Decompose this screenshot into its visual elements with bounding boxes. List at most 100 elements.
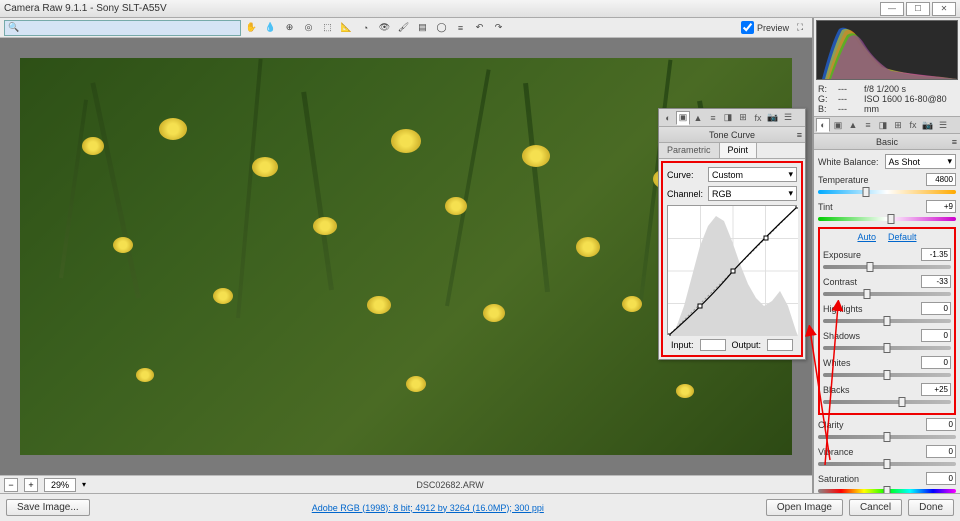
- histogram[interactable]: [816, 20, 958, 80]
- tc-tab-split-icon[interactable]: ◨: [721, 111, 735, 125]
- tab-presets-icon[interactable]: ☰: [936, 118, 950, 132]
- tc-tab-lens-icon[interactable]: ⊞: [736, 111, 750, 125]
- panel-tabs: ◐ ▣ ▲ ≡ ◨ ⊞ fx 📷 ☰: [814, 116, 960, 134]
- wb-select[interactable]: As Shot▾: [885, 154, 957, 169]
- tc-menu-icon[interactable]: ≡: [797, 130, 802, 140]
- whites-slider[interactable]: [823, 373, 951, 377]
- shadows-slider[interactable]: [823, 346, 951, 350]
- tc-tab-presets-icon[interactable]: ☰: [781, 111, 795, 125]
- save-image-button[interactable]: Save Image...: [6, 499, 90, 516]
- channel-select[interactable]: RGB▾: [708, 186, 797, 201]
- target-adjust-icon[interactable]: ◎: [301, 20, 317, 36]
- tone-curve-panel: ◐ ▣ ▲ ≡ ◨ ⊞ fx 📷 ☰ Tone Curve ≡ Parametr…: [658, 108, 806, 360]
- contrast-value[interactable]: -33: [921, 275, 951, 288]
- crop-tool-icon[interactable]: ⬚: [320, 20, 336, 36]
- highlights-label: Highlights: [823, 304, 918, 314]
- tint-slider[interactable]: [818, 217, 956, 221]
- curve-label: Curve:: [667, 170, 705, 180]
- shadows-value[interactable]: 0: [921, 329, 951, 342]
- done-button[interactable]: Done: [908, 499, 954, 516]
- radial-filter-icon[interactable]: ◯: [434, 20, 450, 36]
- fullscreen-icon[interactable]: ⛶: [792, 20, 808, 36]
- clarity-value[interactable]: 0: [926, 418, 956, 431]
- zoom-out-button[interactable]: −: [4, 478, 18, 492]
- hand-tool-icon[interactable]: ✋: [244, 20, 260, 36]
- tab-lens-icon[interactable]: ⊞: [891, 118, 905, 132]
- exposure-value[interactable]: -1.35: [921, 248, 951, 261]
- cancel-button[interactable]: Cancel: [849, 499, 902, 516]
- minimize-button[interactable]: —: [880, 2, 904, 16]
- contrast-slider[interactable]: [823, 292, 951, 296]
- tint-value[interactable]: +9: [926, 200, 956, 213]
- window-title: Camera Raw 9.1.1 - Sony SLT-A55V: [4, 3, 880, 14]
- contrast-label: Contrast: [823, 277, 918, 287]
- wb-label: White Balance:: [818, 157, 882, 167]
- output-label: Output:: [732, 340, 762, 350]
- tc-tab-camera-icon[interactable]: 📷: [766, 111, 780, 125]
- rgb-readout: R:G:B: --------- f/8 1/200 sISO 1600 16-…: [814, 82, 960, 116]
- curve-editor[interactable]: [667, 205, 797, 335]
- color-sampler-icon[interactable]: ⊕: [282, 20, 298, 36]
- titlebar: Camera Raw 9.1.1 - Sony SLT-A55V — ☐ ✕: [0, 0, 960, 18]
- preview-checkbox[interactable]: Preview: [741, 21, 789, 34]
- highlighted-section: Auto Default Exposure-1.35 Contrast-33 H…: [818, 227, 956, 415]
- exposure-slider[interactable]: [823, 265, 951, 269]
- saturation-slider[interactable]: [818, 489, 956, 493]
- curve-select[interactable]: Custom▾: [708, 167, 797, 182]
- vibrance-slider[interactable]: [818, 462, 956, 466]
- zoom-in-button[interactable]: +: [24, 478, 38, 492]
- close-button[interactable]: ✕: [932, 2, 956, 16]
- temp-slider[interactable]: [818, 190, 956, 194]
- status-bar: − + 29% ▾ DSC02682.ARW: [0, 475, 812, 493]
- maximize-button[interactable]: ☐: [906, 2, 930, 16]
- prefs-icon[interactable]: ≡: [453, 20, 469, 36]
- input-value[interactable]: [700, 339, 726, 351]
- tab-curve-icon[interactable]: ▣: [831, 118, 845, 132]
- wb-tool-icon[interactable]: 💧: [263, 20, 279, 36]
- tab-fx-icon[interactable]: fx: [906, 118, 920, 132]
- output-value[interactable]: [767, 339, 793, 351]
- tc-tab-detail-icon[interactable]: ▲: [691, 111, 705, 125]
- tab-basic-icon[interactable]: ◐: [816, 118, 830, 132]
- exposure-label: Exposure: [823, 250, 918, 260]
- brush-icon[interactable]: 🖌: [396, 20, 412, 36]
- highlights-value[interactable]: 0: [921, 302, 951, 315]
- auto-link[interactable]: Auto: [857, 232, 876, 242]
- tc-tab-basic-icon[interactable]: ◐: [661, 111, 675, 125]
- clarity-label: Clarity: [818, 420, 923, 430]
- temp-value[interactable]: 4800: [926, 173, 956, 186]
- tc-tab-hsl-icon[interactable]: ≡: [706, 111, 720, 125]
- default-link[interactable]: Default: [888, 232, 917, 242]
- spot-removal-icon[interactable]: ◔: [358, 20, 374, 36]
- tab-detail-icon[interactable]: ▲: [846, 118, 860, 132]
- toolbar: 🔍 ✋ 💧 ⊕ ◎ ⬚ 📐 ◔ 👁 🖌 ▤ ◯ ≡ ↶ ↷ Preview ⛶: [0, 18, 812, 38]
- blacks-value[interactable]: +25: [921, 383, 951, 396]
- highlights-slider[interactable]: [823, 319, 951, 323]
- basic-panel-header: Basic ≡: [814, 134, 960, 150]
- workflow-link[interactable]: Adobe RGB (1998): 8 bit; 4912 by 3264 (1…: [96, 503, 760, 513]
- rotate-cw-icon[interactable]: ↷: [491, 20, 507, 36]
- tab-split-icon[interactable]: ◨: [876, 118, 890, 132]
- redeye-icon[interactable]: 👁: [377, 20, 393, 36]
- whites-value[interactable]: 0: [921, 356, 951, 369]
- tc-tab-fx-icon[interactable]: fx: [751, 111, 765, 125]
- whites-label: Whites: [823, 358, 918, 368]
- tab-hsl-icon[interactable]: ≡: [861, 118, 875, 132]
- tab-parametric[interactable]: Parametric: [659, 143, 720, 158]
- vibrance-value[interactable]: 0: [926, 445, 956, 458]
- tc-tab-curve-icon[interactable]: ▣: [676, 111, 690, 125]
- saturation-value[interactable]: 0: [926, 472, 956, 485]
- blacks-slider[interactable]: [823, 400, 951, 404]
- grad-filter-icon[interactable]: ▤: [415, 20, 431, 36]
- zoom-value[interactable]: 29%: [44, 478, 76, 492]
- clarity-slider[interactable]: [818, 435, 956, 439]
- open-image-button[interactable]: Open Image: [766, 499, 843, 516]
- panel-menu-icon[interactable]: ≡: [952, 137, 957, 147]
- straighten-icon[interactable]: 📐: [339, 20, 355, 36]
- channel-label: Channel:: [667, 189, 705, 199]
- rotate-ccw-icon[interactable]: ↶: [472, 20, 488, 36]
- tab-camera-icon[interactable]: 📷: [921, 118, 935, 132]
- tab-point[interactable]: Point: [720, 143, 758, 158]
- preview-check-input[interactable]: [741, 21, 754, 34]
- zoom-tool-icon[interactable]: 🔍: [4, 20, 241, 36]
